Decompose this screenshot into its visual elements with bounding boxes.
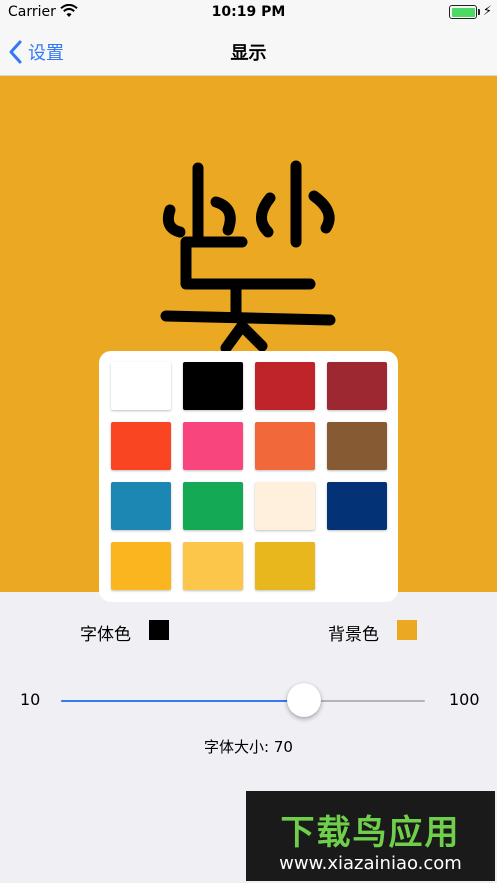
color-swatch[interactable] (111, 422, 171, 470)
battery-cap (478, 9, 480, 15)
color-swatch[interactable] (255, 542, 315, 590)
color-swatch[interactable] (255, 362, 315, 410)
color-swatch[interactable] (183, 542, 243, 590)
color-swatch[interactable] (255, 482, 315, 530)
font-size-slider-thumb[interactable] (286, 683, 321, 717)
color-swatch[interactable] (111, 542, 171, 590)
color-swatch[interactable] (183, 362, 243, 410)
color-picker-popup (99, 351, 398, 602)
battery-icon (449, 5, 477, 19)
color-swatch[interactable] (183, 422, 243, 470)
background-color-swatch[interactable] (397, 620, 417, 640)
color-swatch[interactable] (327, 422, 387, 470)
slider-max-label: 100 (449, 690, 480, 709)
font-size-slider-track[interactable] (61, 700, 425, 702)
slider-min-label: 10 (20, 690, 41, 709)
color-swatch[interactable] (111, 482, 171, 530)
color-swatch[interactable] (255, 422, 315, 470)
background-color-label: 背景色 (328, 625, 379, 645)
watermark: 下载鸟应用 www.xiazainiao.com (246, 791, 495, 881)
font-size-label: 字体大小: 70 (204, 738, 293, 756)
font-color-swatch[interactable] (149, 620, 169, 640)
color-swatch[interactable] (111, 362, 171, 410)
status-bar: Carrier 10:19 PM ⚡ (0, 0, 497, 27)
page-title: 显示 (230, 42, 267, 64)
navigation-bar: 设置 显示 (0, 27, 497, 76)
charging-bolt-icon: ⚡ (482, 4, 492, 19)
font-color-label: 字体色 (80, 625, 131, 645)
font-size-slider-fill (61, 700, 304, 702)
color-swatch[interactable] (327, 362, 387, 410)
color-swatch[interactable] (183, 482, 243, 530)
clock: 10:19 PM (211, 4, 286, 20)
color-swatch[interactable] (327, 482, 387, 530)
watermark-logo-text: 下载鸟应用 (280, 813, 461, 853)
seal-script-glyph (160, 160, 336, 354)
watermark-url: www.xiazainiao.com (279, 853, 462, 874)
